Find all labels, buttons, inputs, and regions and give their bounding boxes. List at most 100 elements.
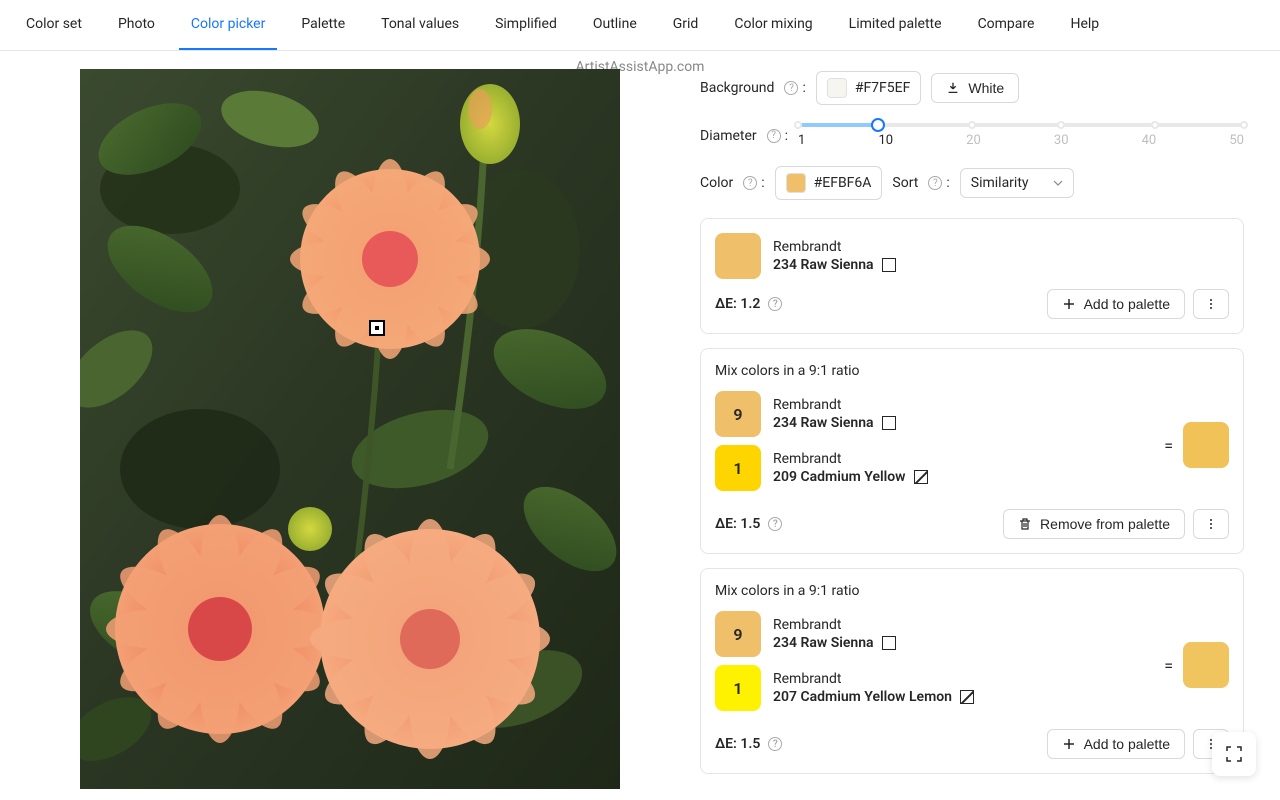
tab-color-mixing[interactable]: Color mixing [722, 0, 824, 50]
white-button[interactable]: White [931, 73, 1019, 103]
help-icon[interactable]: ? [767, 129, 781, 143]
opacity-icon [960, 690, 974, 704]
paint-brand: Rembrandt [773, 671, 1154, 687]
tab-palette[interactable]: Palette [289, 0, 357, 50]
more-icon [1204, 517, 1218, 531]
background-color-input[interactable]: #F7F5EF [816, 71, 922, 105]
reference-photo[interactable] [80, 69, 620, 789]
diameter-label: Diameter [700, 128, 757, 144]
help-icon[interactable]: ? [784, 81, 798, 95]
photo-container[interactable] [80, 69, 620, 789]
paint-brand: Rembrandt [773, 239, 1229, 255]
more-icon [1204, 297, 1218, 311]
paint-name: 234 Raw Sienna [773, 415, 1154, 431]
plus-icon [1062, 297, 1076, 311]
paint-name: 234 Raw Sienna [773, 635, 1154, 651]
more-button[interactable] [1193, 509, 1229, 539]
equals-sign: = [1164, 656, 1173, 675]
background-swatch [827, 78, 847, 98]
tab-color-picker[interactable]: Color picker [179, 0, 277, 50]
remove-from-palette-button[interactable]: Remove from palette [1003, 509, 1185, 539]
action-label: Add to palette [1084, 736, 1170, 752]
paint-name: 209 Cadmium Yellow [773, 469, 1154, 485]
add-to-palette-button[interactable]: Add to palette [1047, 289, 1185, 319]
opacity-icon [882, 416, 896, 430]
help-icon[interactable]: ? [768, 737, 782, 751]
action-label: Add to palette [1084, 296, 1170, 312]
white-button-label: White [968, 80, 1004, 96]
paint-swatch: 1 [715, 445, 761, 491]
slider-thumb[interactable] [871, 118, 885, 132]
paint-row: 1 Rembrandt 209 Cadmium Yellow [715, 445, 1154, 491]
fullscreen-button[interactable] [1212, 732, 1256, 776]
paint-swatch: 9 [715, 611, 761, 657]
slider-mark: 40 [1142, 133, 1157, 148]
sort-select[interactable]: Similarity [960, 168, 1074, 198]
mix-title: Mix colors in a 9:1 ratio [715, 583, 1229, 599]
slider-mark: 30 [1054, 133, 1069, 148]
paint-name: 207 Cadmium Yellow Lemon [773, 689, 1154, 705]
help-icon[interactable]: ? [928, 176, 942, 190]
tab-photo[interactable]: Photo [106, 0, 167, 50]
slider-mark: 1 [798, 133, 805, 148]
tab-outline[interactable]: Outline [581, 0, 649, 50]
slider-mark: 50 [1229, 133, 1244, 148]
paint-row: 9 Rembrandt 234 Raw Sienna [715, 611, 1154, 657]
tab-grid[interactable]: Grid [661, 0, 711, 50]
delta-e: ΔE: 1.5 ? [715, 516, 782, 532]
color-result-card: Mix colors in a 9:1 ratio 9 Rembrandt 234 R… [700, 348, 1244, 554]
add-to-palette-button[interactable]: Add to palette [1047, 729, 1185, 759]
plus-icon [1062, 737, 1076, 751]
paint-swatch [715, 233, 761, 279]
color-picker-marker[interactable] [369, 320, 385, 336]
help-icon[interactable]: ? [768, 297, 782, 311]
slider-mark: 20 [966, 133, 981, 148]
opacity-icon [882, 636, 896, 650]
paint-brand: Rembrandt [773, 617, 1154, 633]
fullscreen-icon [1225, 745, 1243, 763]
bg-color-icon [946, 81, 960, 95]
action-label: Remove from palette [1040, 516, 1170, 532]
tab-compare[interactable]: Compare [966, 0, 1047, 50]
more-button[interactable] [1193, 289, 1229, 319]
paint-brand: Rembrandt [773, 397, 1154, 413]
mix-result-swatch [1183, 642, 1229, 688]
equals-sign: = [1164, 436, 1173, 455]
diameter-slider[interactable]: 1 10 20 30 40 50 [798, 123, 1244, 148]
picked-color-input[interactable]: #EFBF6A [775, 166, 883, 200]
picked-color-swatch [786, 173, 806, 193]
tab-tonal-values[interactable]: Tonal values [369, 0, 471, 50]
delta-e: ΔE: 1.5 ? [715, 736, 782, 752]
color-result-card: Rembrandt 234 Raw Sienna ΔE: 1.2 ? Add to … [700, 218, 1244, 334]
picked-color-hex: #EFBF6A [814, 175, 872, 191]
side-panel: Background ?: #F7F5EF White Diameter ?: [700, 51, 1280, 795]
tab-limited-palette[interactable]: Limited palette [837, 0, 954, 50]
paint-name: 234 Raw Sienna [773, 257, 1229, 273]
tab-help[interactable]: Help [1058, 0, 1111, 50]
mix-title: Mix colors in a 9:1 ratio [715, 363, 1229, 379]
background-hex: #F7F5EF [855, 80, 911, 96]
chevron-down-icon [1053, 178, 1063, 188]
tab-simplified[interactable]: Simplified [483, 0, 569, 50]
sort-label: Sort [892, 175, 918, 191]
nav-tabs: Color setPhotoColor pickerPaletteTonal v… [0, 0, 1280, 51]
sort-value: Similarity [971, 175, 1029, 191]
color-result-card: Mix colors in a 9:1 ratio 9 Rembrandt 234 R… [700, 568, 1244, 774]
color-label: Color [700, 175, 733, 191]
paint-swatch: 1 [715, 665, 761, 711]
delta-e: ΔE: 1.2 ? [715, 296, 782, 312]
opacity-icon [882, 258, 896, 272]
paint-brand: Rembrandt [773, 451, 1154, 467]
background-label: Background [700, 80, 774, 96]
mix-result-swatch [1183, 422, 1229, 468]
trash-icon [1018, 517, 1032, 531]
tab-color-set[interactable]: Color set [14, 0, 94, 50]
paint-swatch: 9 [715, 391, 761, 437]
opacity-icon [914, 470, 928, 484]
help-icon[interactable]: ? [743, 176, 757, 190]
photo-area [0, 51, 700, 795]
paint-row: 9 Rembrandt 234 Raw Sienna [715, 391, 1154, 437]
help-icon[interactable]: ? [768, 517, 782, 531]
paint-row: Rembrandt 234 Raw Sienna [715, 233, 1229, 279]
slider-mark: 10 [878, 133, 893, 148]
